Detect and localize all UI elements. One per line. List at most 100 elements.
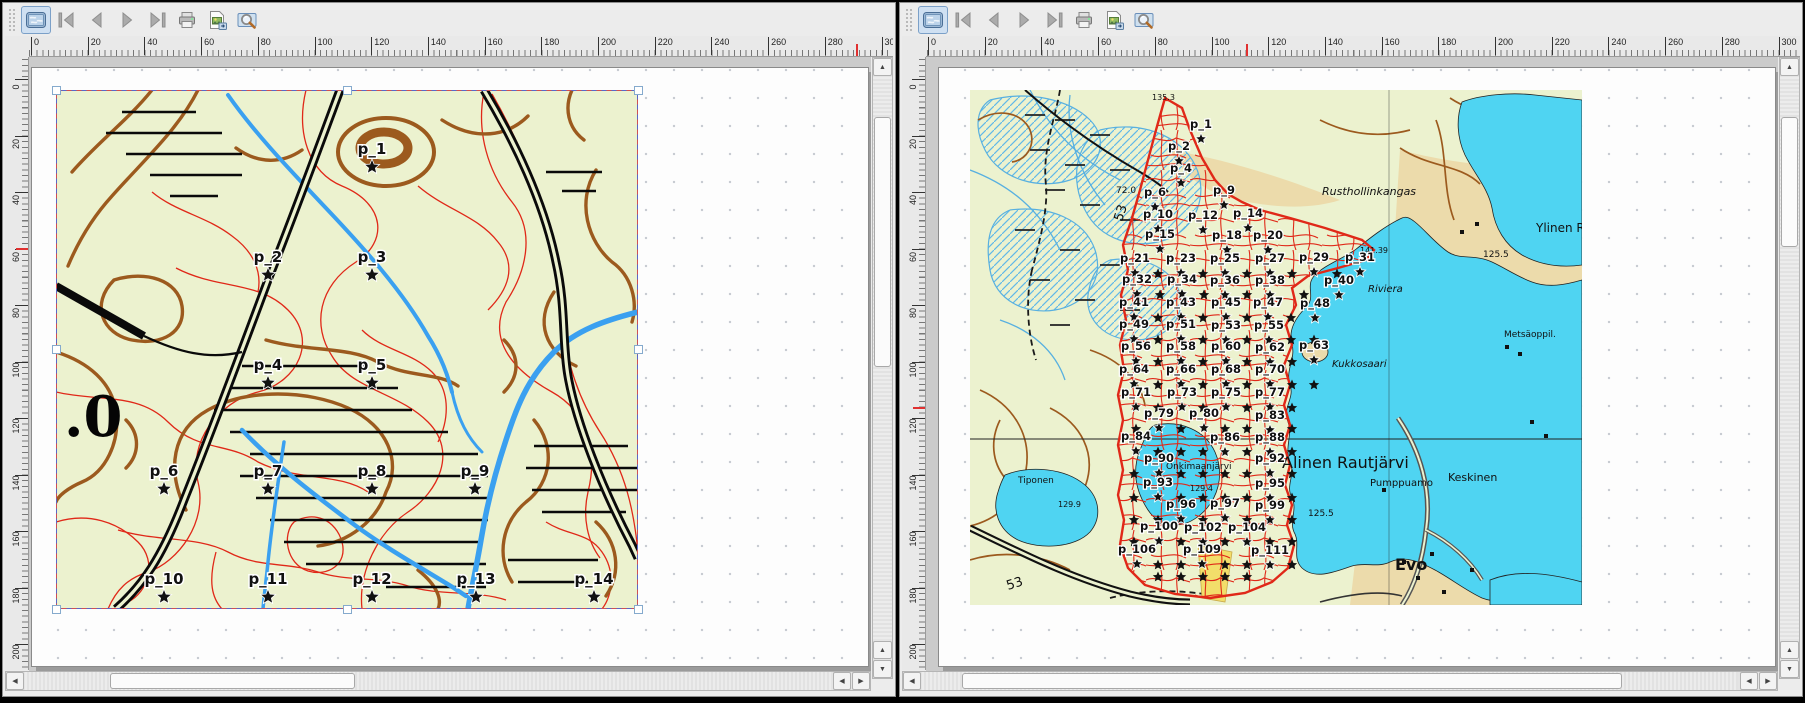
go-last-button[interactable] [143,7,171,33]
export-image-button[interactable] [203,7,231,33]
zoom-full-icon [1133,9,1155,31]
map-place-label: Pumppuamo [1370,478,1433,489]
hruler-label: 240 [1608,37,1626,55]
go-last-icon [146,9,168,31]
go-previous-button[interactable] [83,7,111,33]
composer-window-left: 0204060801001201401601802002202402602803… [2,2,896,697]
scroll-left-button-2[interactable]: ◀ [1740,672,1758,690]
sample-point-label: p_25 [1210,251,1240,266]
map-item-selected[interactable]: .0p_1p_2p_3p_4p_5p_6p_7p_8p_9p_10p_11p_1… [56,90,638,609]
sample-point-label: p_31 [1345,250,1375,265]
scroll-right-button[interactable]: ▶ [852,672,870,690]
scroll-left-button[interactable]: ◀ [6,672,24,690]
sample-point-label: p_11 [248,570,287,588]
vruler-label: 0 [908,77,918,97]
map-place-label: 135.3 [1152,93,1175,102]
selection-handle[interactable] [634,605,643,614]
scroll-up-button-2[interactable]: ▲ [873,641,892,659]
sample-point-label: p_41 [1119,295,1149,310]
scroll-up-button[interactable]: ▲ [873,58,892,76]
sample-point-label: p_32 [1122,272,1152,287]
export-image-button[interactable] [1100,7,1128,33]
scroll-down-button[interactable]: ▼ [1780,660,1799,678]
map-place-label: Alinen Rautjärvi [1282,453,1409,472]
toolbar-grip[interactable] [905,8,913,32]
print-button[interactable] [1070,7,1098,33]
go-first-button[interactable] [950,7,978,33]
map-place-label: 125.5 [1308,509,1334,519]
sample-point-label: p_80 [1189,406,1219,421]
vruler-label: 200 [908,642,918,662]
go-previous-button[interactable] [980,7,1008,33]
map-place-label: Keskinen [1448,471,1497,484]
toolbar-grip[interactable] [8,8,16,32]
scroll-up-button[interactable]: ▲ [1780,58,1799,76]
composition-canvas[interactable]: .0p_1p_2p_3p_4p_5p_6p_7p_8p_9p_10p_11p_1… [29,57,871,679]
composer-manager-button[interactable] [21,6,51,34]
scroll-right-button[interactable]: ▶ [1759,672,1777,690]
sample-point-label: p_64 [1119,362,1149,377]
zoom-full-button[interactable] [1130,7,1158,33]
scroll-left-button-2[interactable]: ◀ [833,672,851,690]
go-next-button[interactable] [113,7,141,33]
vertical-scrollbar[interactable]: ▲▲▼ [872,57,893,679]
vruler-label: 200 [11,642,21,662]
horizontal-scrollbar[interactable]: ◀◀▶ [5,671,871,691]
selection-handle[interactable] [52,345,61,354]
horizontal-scroll-thumb[interactable] [962,673,1622,689]
sample-point-label: p_18 [1212,228,1242,243]
vruler-label: 40 [11,190,21,210]
sample-point-label: p_13 [456,570,495,588]
horizontal-scroll-thumb[interactable] [110,673,355,689]
selection-handle[interactable] [52,86,61,95]
hruler-label: 60 [201,37,214,55]
selection-handle[interactable] [343,86,352,95]
map-place-label: Ylinen R [1535,221,1582,235]
hruler-label: 180 [1438,37,1456,55]
sample-point-label: p_4 [254,356,283,374]
vertical-scroll-thumb[interactable] [1781,117,1798,247]
ruler-cursor-mark-h [856,44,858,56]
print-button[interactable] [173,7,201,33]
ruler-cursor-mark-v [16,248,28,250]
sample-point-label: p_38 [1255,273,1285,288]
sample-point-label: p_15 [1145,227,1175,242]
hruler-label: 100 [315,37,333,55]
sample-point-label: p_12 [1188,208,1218,223]
sample-point-label: p_99 [1255,498,1285,513]
sample-point-label: p_63 [1299,338,1329,353]
selection-handle[interactable] [52,605,61,614]
map-place-label: Tiponen [1017,476,1054,486]
composer-manager-button[interactable] [918,6,948,34]
map-item[interactable]: 135.372.053Rusthollinkangas141.39Ylinen … [970,90,1582,605]
horizontal-scrollbar[interactable]: ◀◀▶ [902,671,1778,691]
hruler-label: 80 [1155,37,1168,55]
horizontal-ruler: 0204060801001201401601802002202402602803… [29,36,893,57]
selection-handle[interactable] [634,345,643,354]
sample-point-label: p_8 [358,462,387,480]
composition-canvas[interactable]: 135.372.053Rusthollinkangas141.39Ylinen … [926,57,1778,679]
hruler-label: 120 [371,37,389,55]
go-next-icon [116,9,138,31]
go-last-button[interactable] [1040,7,1068,33]
go-next-button[interactable] [1010,7,1038,33]
vertical-scrollbar[interactable]: ▲▲▼ [1779,57,1800,679]
selection-handle[interactable] [343,605,352,614]
sample-point-label: p_56 [1121,339,1151,354]
vruler-label: 140 [11,473,21,493]
sample-point-label: p_58 [1166,339,1196,354]
vertical-scroll-thumb[interactable] [874,117,891,367]
hruler-label: 180 [541,37,559,55]
sample-point-label: p_4 [1170,161,1192,176]
scroll-down-button[interactable]: ▼ [873,660,892,678]
scroll-left-button[interactable]: ◀ [903,672,921,690]
export-image-icon [1103,9,1125,31]
vruler-label: 160 [908,529,918,549]
sample-point-label: p_2 [254,248,283,266]
selection-handle[interactable] [634,86,643,95]
go-first-button[interactable] [53,7,81,33]
scroll-up-button-2[interactable]: ▲ [1780,641,1799,659]
map-place-label: Riviera [1368,284,1403,295]
sample-point-label: p_48 [1300,296,1330,311]
zoom-full-button[interactable] [233,7,261,33]
